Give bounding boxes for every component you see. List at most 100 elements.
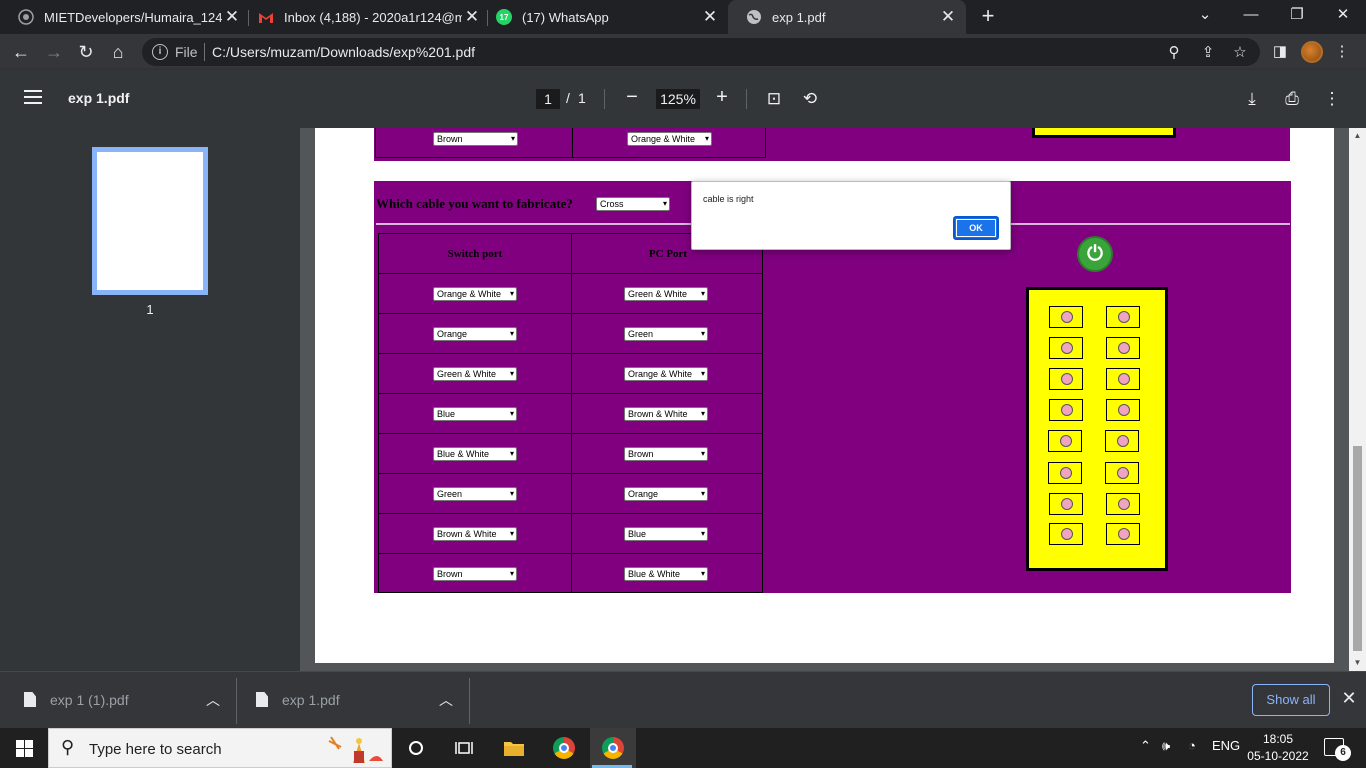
chevron-up-icon[interactable]: ︿ (206, 690, 220, 710)
close-window-button[interactable]: ✕ (1320, 0, 1366, 34)
page-number-input[interactable]: 1 (536, 89, 560, 109)
port-slot[interactable] (1049, 306, 1083, 328)
home-icon[interactable]: ⌂ (105, 39, 131, 65)
page-thumbnail[interactable] (92, 147, 208, 295)
chrome-menu-icon[interactable]: ⋮ (1330, 40, 1354, 64)
download-item[interactable]: exp 1.pdf ︿ (256, 672, 461, 729)
chrome-profile-icon[interactable] (599, 734, 627, 762)
back-icon[interactable]: ← (8, 39, 34, 65)
cable-type-select[interactable]: Cross ▾ (596, 197, 670, 211)
more-options-icon[interactable]: ⋮ (1320, 87, 1344, 111)
github-icon (18, 9, 34, 25)
system-clock[interactable]: 18:05 05-10-2022 (1244, 731, 1312, 765)
chrome-icon[interactable] (550, 734, 578, 762)
file-explorer-icon[interactable] (500, 734, 528, 762)
pc-port-select-6[interactable]: Orange ▾ (624, 487, 708, 501)
port-slot[interactable] (1106, 493, 1140, 515)
tab-search-icon[interactable]: ⌄ (1182, 0, 1228, 34)
zoom-in-icon[interactable]: + (710, 86, 734, 110)
url-text[interactable]: C:/Users/muzam/Downloads/exp%201.pdf (212, 44, 475, 60)
forward-icon[interactable]: → (41, 39, 67, 65)
new-tab-button[interactable]: + (976, 4, 1000, 30)
address-bar[interactable]: i File C:/Users/muzam/Downloads/exp%201.… (142, 38, 1260, 66)
pc-port-select-1[interactable]: Green & White ▾ (624, 287, 708, 301)
task-view-icon[interactable] (450, 734, 478, 762)
port-slot[interactable] (1105, 462, 1139, 484)
switch-port-select-4[interactable]: Blue ▾ (433, 407, 517, 421)
scrollbar-thumb[interactable] (1353, 446, 1362, 651)
pc-port-select-8[interactable]: Blue & White ▾ (624, 567, 708, 581)
language-indicator[interactable]: ENG (1212, 738, 1240, 753)
tab-gmail[interactable]: Inbox (4,188) - 2020a1r124@mie ✕ (240, 0, 490, 34)
switch-port-select-2[interactable]: Orange ▾ (433, 327, 517, 341)
print-icon[interactable]: ⎙ (1280, 87, 1304, 111)
pdf-title: exp 1.pdf (68, 90, 130, 106)
bookmark-star-icon[interactable]: ☆ (1230, 43, 1250, 63)
port-slot[interactable] (1106, 523, 1140, 545)
windows-start-icon[interactable] (16, 740, 33, 757)
pc-port-select-4[interactable]: Brown & White ▾ (624, 407, 708, 421)
switch-port-select-7[interactable]: Brown & White ▾ (433, 527, 517, 541)
port-slot[interactable] (1106, 306, 1140, 328)
switch-port-select-1[interactable]: Orange & White ▾ (433, 287, 517, 301)
port-slot[interactable] (1049, 493, 1083, 515)
tab-pdf-active[interactable]: exp 1.pdf ✕ (728, 0, 966, 34)
port-slot[interactable] (1049, 399, 1083, 421)
port-slot[interactable] (1048, 430, 1082, 452)
port-slot[interactable] (1049, 368, 1083, 390)
taskbar-search-box[interactable]: ⚲ Type here to search (48, 728, 392, 768)
wire-select[interactable]: Orange & White ▾ (627, 132, 712, 146)
browser-toolbar: ← → ↻ ⌂ i File C:/Users/muzam/Downloads/… (0, 34, 1366, 70)
tab-title: (17) WhatsApp (522, 9, 609, 25)
ok-button[interactable]: OK (953, 216, 999, 240)
power-button-icon[interactable]: ⏻ (1077, 236, 1113, 272)
side-panel-icon[interactable]: ◨ (1268, 40, 1292, 64)
close-tab-icon[interactable]: ✕ (938, 7, 958, 27)
profile-avatar[interactable] (1301, 41, 1323, 63)
zoom-input[interactable]: 125% (656, 89, 700, 109)
download-item[interactable]: exp 1 (1).pdf ︿ (24, 672, 229, 729)
tab-title: Inbox (4,188) - 2020a1r124@mie (284, 9, 462, 25)
wifi-icon[interactable]: ◔ (1188, 738, 1196, 753)
switch-port-select-8[interactable]: Brown ▾ (433, 567, 517, 581)
download-icon[interactable]: ⤓ (1240, 87, 1264, 111)
reload-icon[interactable]: ↻ (73, 39, 99, 65)
zoom-icon[interactable]: ⚲ (1164, 43, 1184, 63)
info-icon[interactable]: i (152, 44, 168, 60)
table-row: Brown ▾ Orange & White ▾ (375, 128, 766, 158)
rotate-icon[interactable]: ⟲ (798, 87, 822, 111)
pc-port-select-5[interactable]: Brown ▾ (624, 447, 708, 461)
volume-icon[interactable]: 🕪 (1162, 738, 1170, 754)
zoom-out-icon[interactable]: − (620, 86, 644, 110)
share-icon[interactable]: ⇪ (1198, 43, 1218, 63)
port-slot[interactable] (1106, 399, 1140, 421)
switch-port-select-5[interactable]: Blue & White ▾ (433, 447, 517, 461)
tab-whatsapp[interactable]: 17 (17) WhatsApp ✕ (478, 0, 728, 34)
port-slot[interactable] (1106, 337, 1140, 359)
show-all-button[interactable]: Show all (1252, 684, 1330, 716)
chevron-up-icon[interactable]: ︿ (439, 690, 453, 710)
hamburger-menu-icon[interactable] (24, 90, 42, 104)
port-slot[interactable] (1048, 462, 1082, 484)
pc-port-select-7[interactable]: Blue ▾ (624, 527, 708, 541)
wire-select[interactable]: Brown ▾ (433, 132, 518, 146)
notification-center-icon[interactable]: 6 (1324, 738, 1351, 761)
fit-page-icon[interactable]: ⊡ (762, 87, 786, 111)
vertical-scrollbar[interactable]: ▲ ▼ (1349, 128, 1366, 671)
tab-github[interactable]: MIETDevelopers/Humaira_124_A ✕ (0, 0, 250, 34)
close-tab-icon[interactable]: ✕ (222, 7, 242, 27)
port-slot[interactable] (1105, 430, 1139, 452)
pc-port-select-2[interactable]: Green ▾ (624, 327, 708, 341)
chevron-up-icon[interactable]: ⌃ (1140, 738, 1151, 754)
port-slot[interactable] (1049, 337, 1083, 359)
close-tab-icon[interactable]: ✕ (700, 7, 720, 27)
cortana-icon[interactable] (402, 734, 430, 762)
restore-button[interactable]: ❐ (1274, 0, 1320, 34)
port-slot[interactable] (1106, 368, 1140, 390)
switch-port-select-6[interactable]: Green ▾ (433, 487, 517, 501)
close-shelf-icon[interactable]: ✕ (1340, 686, 1358, 710)
pc-port-select-3[interactable]: Orange & White ▾ (624, 367, 708, 381)
minimize-button[interactable]: — (1228, 0, 1274, 34)
switch-port-select-3[interactable]: Green & White ▾ (433, 367, 517, 381)
port-slot[interactable] (1049, 523, 1083, 545)
